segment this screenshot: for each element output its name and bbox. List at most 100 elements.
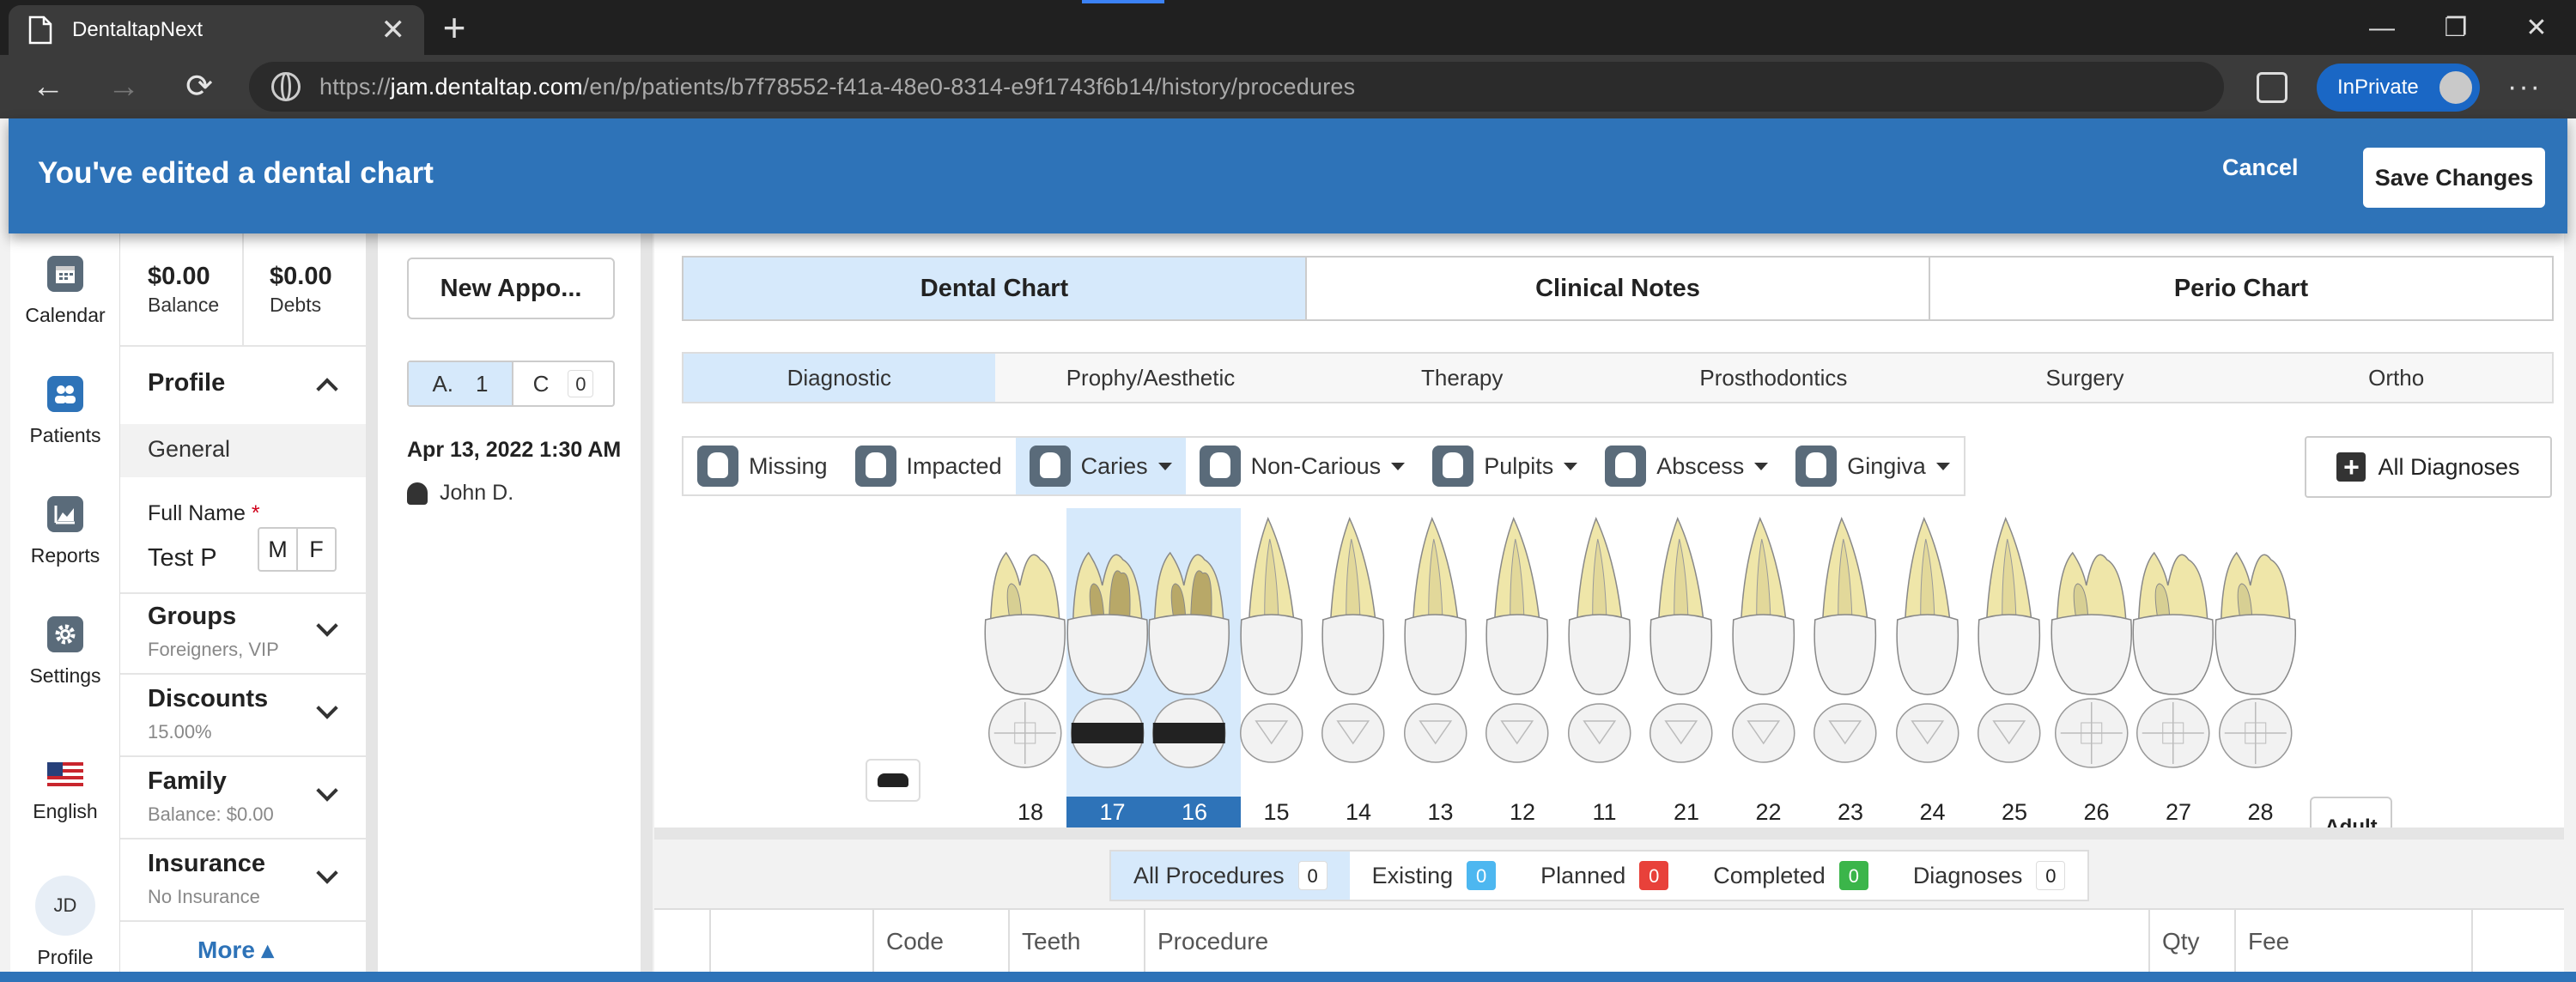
tool-impacted[interactable]: Impacted <box>841 438 1016 494</box>
filter-diagnoses[interactable]: Diagnoses 0 <box>1891 852 2088 900</box>
browser-toolbar: ← → ⟳ https://jam.dentaltap.com/en/p/pat… <box>0 55 2576 118</box>
column-header-fee[interactable]: Fee <box>2234 910 2471 973</box>
groups-title[interactable]: Groups <box>148 603 236 631</box>
nav-calendar[interactable]: Calendar <box>10 256 120 327</box>
resize-handle[interactable] <box>641 233 653 972</box>
tool-gingiva[interactable]: Gingiva <box>1782 438 1964 494</box>
general-subsection[interactable]: General <box>120 424 366 477</box>
inprivate-button[interactable]: InPrivate <box>2317 64 2480 112</box>
forward-button[interactable]: → <box>101 65 146 110</box>
new-tab-button[interactable]: + <box>433 7 476 50</box>
tooth-missing-icon <box>697 446 738 487</box>
cancelled-appointments-tab[interactable]: C 0 <box>512 362 613 405</box>
banner-title: You've edited a dental chart <box>38 156 434 190</box>
tooth-28[interactable]: 28 <box>2215 508 2297 826</box>
tooth-15[interactable]: 15 <box>1230 508 1313 826</box>
nav-language[interactable]: English <box>10 762 120 823</box>
tooth-24[interactable]: 24 <box>1886 508 1969 826</box>
tool-caries[interactable]: Caries <box>1015 438 1186 494</box>
column-header-qty[interactable]: Qty <box>2148 910 2234 973</box>
close-window-button[interactable]: ✕ <box>2511 9 2562 48</box>
chevron-down-icon[interactable] <box>316 615 338 637</box>
tab-surgery[interactable]: Surgery <box>1929 354 2241 402</box>
family-title[interactable]: Family <box>148 767 227 796</box>
tooth-18[interactable]: 18 <box>984 508 1066 826</box>
tab-dental-chart[interactable]: Dental Chart <box>683 258 1305 319</box>
tooth-16[interactable]: 16 <box>1148 508 1241 827</box>
tooth-13[interactable]: 13 <box>1394 508 1477 826</box>
column-header-code[interactable]: Code <box>872 910 1008 973</box>
tab-clinical-notes[interactable]: Clinical Notes <box>1305 258 1929 319</box>
chevron-up-icon[interactable] <box>316 378 338 400</box>
discounts-title[interactable]: Discounts <box>148 685 268 713</box>
gingiva-icon <box>1795 446 1838 487</box>
collections-icon[interactable] <box>2257 72 2287 103</box>
resize-handle[interactable] <box>366 233 378 972</box>
new-appointment-button[interactable]: New Appo... <box>407 258 615 319</box>
close-tab-icon[interactable]: ✕ <box>381 13 406 47</box>
filter-completed[interactable]: Completed 0 <box>1691 852 1891 900</box>
tab-prophy-aesthetic[interactable]: Prophy/Aesthetic <box>995 354 1307 402</box>
all-diagnoses-button[interactable]: + All Diagnoses <box>2305 436 2552 498</box>
chevron-down-icon[interactable] <box>316 697 338 719</box>
balance-value: $0.00 <box>148 263 210 290</box>
tool-abscess[interactable]: Abscess <box>1591 438 1782 494</box>
more-link[interactable]: More ▴ <box>197 936 274 964</box>
nav-profile[interactable]: JD Profile <box>10 876 120 969</box>
tab-perio-chart[interactable]: Perio Chart <box>1929 258 2552 319</box>
save-changes-button[interactable]: Save Changes <box>2363 148 2545 208</box>
restore-button[interactable]: ❐ <box>2430 9 2482 48</box>
resize-handle[interactable] <box>654 827 2564 840</box>
active-appointments-tab[interactable]: A. 1 <box>409 362 512 405</box>
chevron-down-icon[interactable] <box>316 862 338 884</box>
chevron-down-icon[interactable] <box>316 779 338 802</box>
refresh-button[interactable]: ⟳ <box>177 65 222 110</box>
column-header-teeth[interactable]: Teeth <box>1008 910 1144 973</box>
tooth-25[interactable]: 25 <box>1968 508 2050 826</box>
column-header-procedure[interactable]: Procedure <box>1144 910 2148 973</box>
tooth-26[interactable]: 26 <box>2050 508 2133 826</box>
tab-prosthodontics[interactable]: Prosthodontics <box>1618 354 1929 402</box>
tooth-21[interactable]: 21 <box>1640 508 1722 826</box>
filter-all-procedures[interactable]: All Procedures 0 <box>1111 852 1350 900</box>
nav-settings-label: Settings <box>29 664 101 687</box>
tooth-27[interactable]: 27 <box>2132 508 2215 826</box>
procedures-table-header: Code Teeth Procedure Qty Fee <box>654 908 2564 973</box>
filter-existing[interactable]: Existing 0 <box>1350 852 1519 900</box>
filter-planned[interactable]: Planned 0 <box>1518 852 1691 900</box>
back-button[interactable]: ← <box>26 65 70 110</box>
tooth-17[interactable]: 17 <box>1066 508 1159 827</box>
tooth-11[interactable]: 11 <box>1558 508 1641 826</box>
column-header <box>654 910 709 973</box>
appointment-date[interactable]: Apr 13, 2022 1:30 AM <box>407 438 635 463</box>
full-name-value[interactable]: Test P <box>148 544 217 573</box>
tab-ortho[interactable]: Ortho <box>2240 354 2552 402</box>
cancel-button[interactable]: Cancel <box>2222 155 2299 181</box>
tooth-number: 17 <box>1066 797 1159 827</box>
jaw-toggle-icon[interactable] <box>866 759 920 802</box>
insurance-title[interactable]: Insurance <box>148 850 265 878</box>
tooth-non-carious-icon <box>1199 446 1241 487</box>
nav-patients[interactable]: Patients <box>10 376 120 447</box>
patients-icon <box>47 376 83 412</box>
tool-non-carious[interactable]: Non-Carious <box>1186 438 1419 494</box>
tooth-23[interactable]: 23 <box>1804 508 1886 826</box>
tooth-22[interactable]: 22 <box>1722 508 1805 826</box>
tab-diagnostic[interactable]: Diagnostic <box>683 354 995 402</box>
tooth-number: 27 <box>2165 799 2192 825</box>
tooth-14[interactable]: 14 <box>1312 508 1394 826</box>
nav-reports[interactable]: Reports <box>10 496 120 567</box>
full-name-label: Full Name * <box>148 501 260 525</box>
gender-female-button[interactable]: F <box>296 529 335 570</box>
tool-missing[interactable]: Missing <box>683 438 841 494</box>
divider <box>120 838 366 840</box>
gender-male-button[interactable]: M <box>259 529 296 570</box>
address-bar[interactable]: https://jam.dentaltap.com/en/p/patients/… <box>249 62 2224 112</box>
browser-tab[interactable]: DentaltapNext ✕ <box>9 5 424 55</box>
minimize-button[interactable]: — <box>2356 9 2408 48</box>
nav-settings[interactable]: Settings <box>10 616 120 688</box>
more-options-icon[interactable]: ··· <box>2507 72 2542 101</box>
tab-therapy[interactable]: Therapy <box>1306 354 1618 402</box>
tool-pulpits[interactable]: Pulpits <box>1419 438 1591 494</box>
tooth-12[interactable]: 12 <box>1476 508 1558 826</box>
